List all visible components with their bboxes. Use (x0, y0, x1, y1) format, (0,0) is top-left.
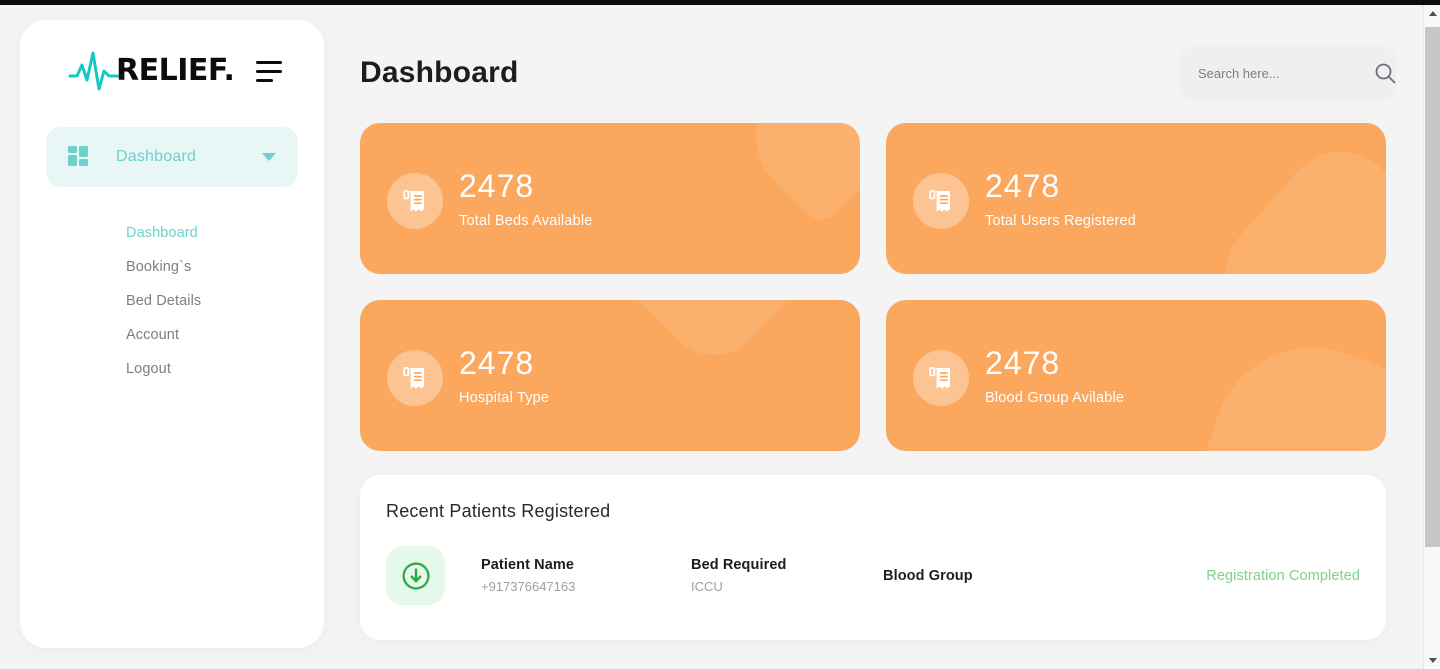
stat-card-hospital-type[interactable]: 2478 Hospital Type (360, 300, 860, 451)
receipt-icon (387, 172, 443, 229)
arrow-down-circle-icon (386, 546, 445, 605)
stat-card-total-beds[interactable]: 2478 Total Beds Available (360, 123, 860, 274)
stat-value: 2478 (459, 344, 535, 381)
bed-required-label: Bed Required (691, 557, 787, 573)
bed-required-value: ICCU (691, 579, 723, 594)
stat-value: 2478 (985, 344, 1061, 381)
status-badge: Registration Completed (1206, 567, 1360, 584)
stat-label: Blood Group Avilable (985, 390, 1125, 407)
sidebar-item-dashboard-sub[interactable]: Dashboard (20, 216, 324, 250)
search-icon[interactable] (1374, 62, 1396, 84)
receipt-icon (913, 349, 969, 406)
patient-name-label: Patient Name (481, 557, 575, 573)
chevron-down-icon[interactable] (262, 153, 276, 161)
stat-label: Total Users Registered (985, 213, 1137, 230)
blood-group-label: Blood Group (883, 567, 973, 584)
scroll-up-arrow-icon[interactable] (1424, 5, 1440, 22)
app-screen: RELIEF. Dashboard Dashboard Booking`s Be… (0, 0, 1440, 669)
stat-card-blood-group[interactable]: 2478 Blood Group Avilable (886, 300, 1386, 451)
scroll-down-arrow-icon[interactable] (1424, 652, 1440, 669)
stat-label: Hospital Type (459, 390, 550, 407)
sidebar-item-dashboard[interactable]: Dashboard (46, 127, 298, 187)
blood-group-cell: Blood Group (883, 568, 1183, 584)
heartbeat-ekg-icon (68, 49, 120, 93)
hamburger-line (256, 78, 274, 82)
sidebar-item-bookings[interactable]: Booking`s (20, 250, 324, 284)
sidebar-item-label: Dashboard (116, 148, 197, 165)
grid-dashboard-icon (68, 146, 90, 168)
patient-phone: +917376647163 (481, 579, 576, 594)
topbar: Dashboard (360, 38, 1408, 108)
search-input[interactable] (1198, 65, 1374, 81)
vertical-scrollbar[interactable] (1423, 5, 1440, 669)
patient-name-cell: Patient Name +917376647163 (481, 557, 691, 594)
stat-cards-grid: 2478 Total Beds Available 2478 Total Use… (360, 123, 1386, 451)
bed-required-cell: Bed Required ICCU (691, 557, 883, 594)
recent-patients-panel: Recent Patients Registered Patient Name … (360, 475, 1386, 640)
hamburger-menu-icon[interactable] (254, 57, 284, 86)
hamburger-line (256, 69, 283, 73)
stat-value: 2478 (459, 167, 535, 204)
stat-card-total-users[interactable]: 2478 Total Users Registered (886, 123, 1386, 274)
receipt-icon (387, 349, 443, 406)
table-row[interactable]: Patient Name +917376647163 Bed Required … (360, 522, 1386, 605)
brand-row: RELIEF. (20, 20, 324, 93)
panel-title: Recent Patients Registered (386, 501, 611, 521)
brand-name: RELIEF. (116, 53, 235, 88)
main-content: Dashboard Search here... 2478 Total Beds… (324, 5, 1418, 669)
hamburger-line (256, 60, 283, 64)
sidebar-submenu: Dashboard Booking`s Bed Details Account … (20, 216, 324, 386)
stat-label: Total Beds Available (459, 213, 593, 230)
sidebar: RELIEF. Dashboard Dashboard Booking`s Be… (20, 20, 324, 648)
receipt-icon (913, 172, 969, 229)
sidebar-item-account[interactable]: Account (20, 318, 324, 352)
sidebar-item-logout[interactable]: Logout (20, 352, 324, 386)
sidebar-item-bed-details[interactable]: Bed Details (20, 284, 324, 318)
stat-value: 2478 (985, 167, 1061, 204)
search-box[interactable] (1180, 45, 1396, 101)
scrollbar-thumb[interactable] (1425, 27, 1440, 547)
app-logo: RELIEF. (68, 49, 235, 93)
